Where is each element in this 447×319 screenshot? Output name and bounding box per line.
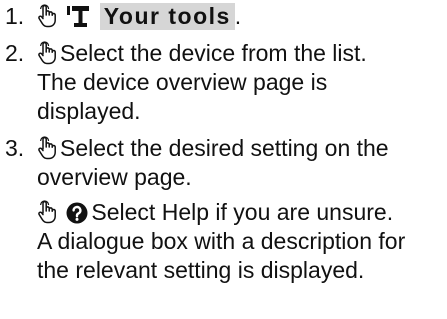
step-suffix: . [234,3,242,29]
step-body: Your tools. [37,2,435,31]
step-number: 2. [5,40,25,66]
step-result: The device overview page is displayed. [37,69,328,124]
step-2: 2. Select the device from the list. The … [5,39,435,126]
help-icon [66,202,88,224]
step-number: 1. [5,3,25,29]
step-3: 3. Select the desired setting on the ove… [5,134,435,285]
step-body: Select the desired setting on the overvi… [37,134,435,285]
substep-result: A dialogue box with a description for th… [37,228,406,283]
step-body: Select the device from the list. The dev… [37,39,435,126]
tap-hand-icon [38,41,56,65]
instruction-document: 1. Your tools. 2. Select the device from… [0,0,447,319]
tap-hand-icon [38,200,56,224]
tap-hand-icon [38,4,56,28]
step-number: 3. [5,135,25,161]
step-action: Select the device from the list. [60,40,367,66]
substep: Select Help if you are unsure. A dialogu… [37,198,435,285]
tap-hand-icon [38,136,56,160]
step-action: Select the desired setting on the overvi… [37,135,389,190]
substep-action: Select Help if you are unsure. [91,199,394,225]
ui-label-your-tools: Your tools [99,3,235,30]
step-1: 1. Your tools. [5,2,435,31]
tools-icon [67,6,90,27]
